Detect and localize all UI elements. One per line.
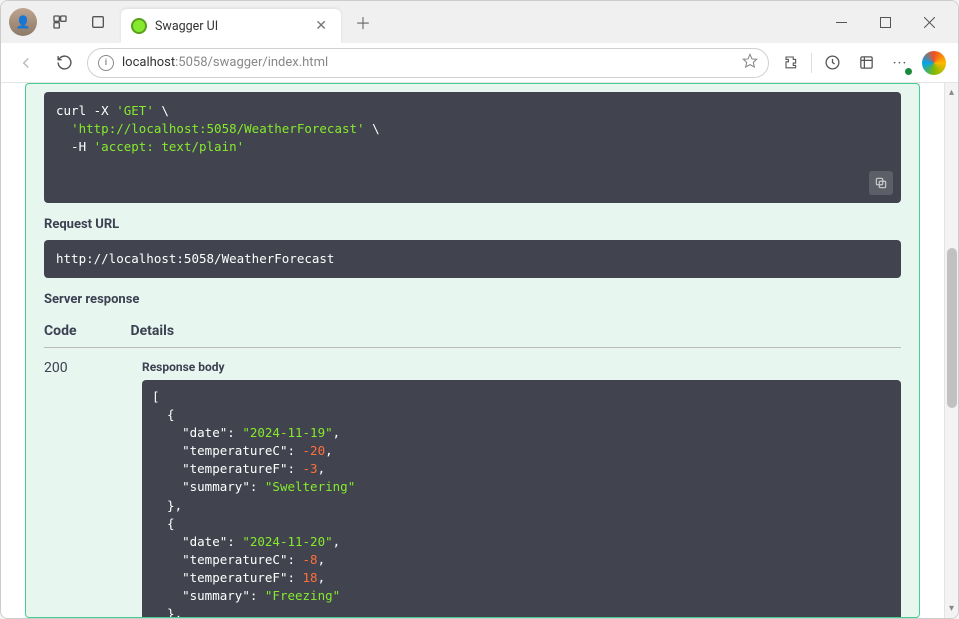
- titlebar: 👤 Swagger UI ✕ ＋: [1, 1, 958, 43]
- window-controls: [820, 6, 950, 38]
- tabs-icon[interactable]: [83, 7, 113, 37]
- extensions-icon[interactable]: [777, 49, 805, 77]
- tab-title: Swagger UI: [155, 19, 303, 34]
- response-table-header: Code Details: [44, 315, 901, 348]
- scroll-thumb[interactable]: [947, 248, 957, 408]
- response-row: 200 Response body [ { "date": "2024-11-1…: [44, 360, 901, 618]
- browser-window: 👤 Swagger UI ✕ ＋: [0, 0, 959, 619]
- copy-icon[interactable]: [869, 171, 893, 195]
- address-bar: i localhost:5058/swagger/index.html ···: [1, 43, 958, 83]
- new-tab-button[interactable]: ＋: [349, 10, 377, 34]
- response-body-label: Response body: [142, 360, 901, 374]
- request-url-value: http://localhost:5058/WeatherForecast: [56, 251, 334, 266]
- response-status-code: 200: [44, 360, 76, 618]
- url-text: localhost:5058/swagger/index.html: [122, 55, 328, 70]
- copilot-icon[interactable]: [920, 49, 948, 77]
- swagger-operation-block: curl -X 'GET' \ 'http://localhost:5058/W…: [25, 83, 920, 618]
- maximize-button[interactable]: [864, 6, 906, 38]
- close-icon[interactable]: ✕: [311, 17, 331, 35]
- collections-icon[interactable]: [852, 49, 880, 77]
- page-content: curl -X 'GET' \ 'http://localhost:5058/W…: [1, 83, 944, 618]
- tab-active[interactable]: Swagger UI ✕: [121, 9, 341, 43]
- close-window-button[interactable]: [908, 6, 950, 38]
- omnibox[interactable]: i localhost:5058/swagger/index.html: [87, 48, 769, 78]
- site-info-icon[interactable]: i: [98, 55, 114, 71]
- history-icon[interactable]: [818, 49, 846, 77]
- workspaces-icon[interactable]: [45, 7, 75, 37]
- scroll-up-icon[interactable]: ▴: [949, 87, 954, 98]
- curl-command-block: curl -X 'GET' \ 'http://localhost:5058/W…: [44, 92, 901, 203]
- refresh-button[interactable]: [49, 48, 79, 78]
- request-url-label: Request URL: [44, 217, 901, 232]
- browser-scrollbar[interactable]: ▴ ▾: [944, 83, 958, 618]
- back-button[interactable]: [11, 48, 41, 78]
- request-url-block: http://localhost:5058/WeatherForecast: [44, 240, 901, 278]
- profile-avatar[interactable]: 👤: [9, 8, 37, 36]
- minimize-button[interactable]: [820, 6, 862, 38]
- favorite-icon[interactable]: [742, 53, 758, 73]
- code-column-header: Code: [44, 323, 77, 339]
- swagger-favicon: [131, 18, 147, 34]
- details-column-header: Details: [131, 323, 175, 339]
- response-body-block[interactable]: [ { "date": "2024-11-19", "temperatureC"…: [142, 380, 901, 618]
- scroll-down-icon[interactable]: ▾: [949, 603, 954, 614]
- more-menu-icon[interactable]: ···: [886, 49, 914, 77]
- server-response-label: Server response: [44, 292, 901, 307]
- viewport: curl -X 'GET' \ 'http://localhost:5058/W…: [1, 83, 958, 618]
